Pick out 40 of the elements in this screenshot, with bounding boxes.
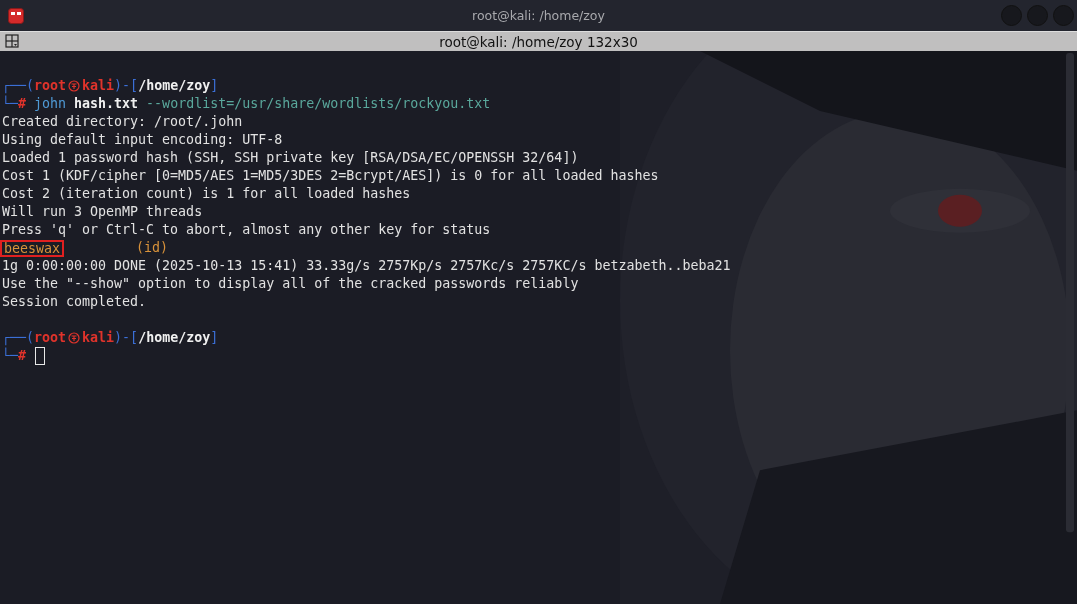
window-title: root@kali: /home/zoy bbox=[472, 8, 605, 23]
output-line: Loaded 1 password hash (SSH, SSH private key [RSA/DSA/EC/OPENSSH 32/64]) bbox=[2, 149, 579, 167]
output-line: Will run 3 OpenMP threads bbox=[2, 203, 203, 221]
output-line: Created directory: /root/.john bbox=[2, 113, 243, 131]
close-button[interactable] bbox=[1053, 5, 1074, 26]
circled-symbol-icon bbox=[68, 332, 81, 344]
command-name: john bbox=[34, 95, 67, 113]
prompt-separator: )-[ bbox=[114, 329, 139, 347]
layout-menu-icon[interactable] bbox=[5, 34, 19, 48]
cracked-password: beeswax bbox=[0, 239, 65, 257]
prompt-host: kali bbox=[82, 329, 115, 347]
output-line: Cost 2 (iteration count) is 1 for all loaded hashes bbox=[2, 185, 411, 203]
command-option: --wordlist=/usr/share/wordlists/rockyou.txt bbox=[146, 95, 491, 113]
prompt-corner: └─ bbox=[2, 95, 18, 113]
prompt-path: /home/zoy bbox=[138, 77, 211, 95]
tab-title[interactable]: root@kali: /home/zoy 132x30 bbox=[439, 33, 638, 50]
prompt-bracket: ] bbox=[210, 329, 219, 347]
prompt-hash: # bbox=[18, 96, 27, 113]
prompt-bracket: ] bbox=[210, 77, 219, 95]
output-line: Use the "--show" option to display all of the cracked passwords reliably bbox=[2, 275, 579, 293]
command-argument: hash.txt bbox=[74, 95, 139, 113]
terminal-app-icon bbox=[8, 7, 24, 24]
prompt-corner: └─ bbox=[2, 347, 18, 365]
prompt-corner: ┌──( bbox=[2, 77, 35, 95]
hash-user: (id) bbox=[136, 239, 169, 257]
circled-symbol-icon bbox=[68, 80, 81, 92]
prompt-corner: ┌──( bbox=[2, 329, 35, 347]
output-line: Press 'q' or Ctrl-C to abort, almost any other key for status bbox=[2, 221, 491, 239]
prompt-user: root bbox=[34, 329, 67, 347]
maximize-button[interactable] bbox=[1027, 5, 1048, 26]
output-line: Using default input encoding: UTF-8 bbox=[2, 131, 283, 149]
minimize-button[interactable] bbox=[1001, 5, 1022, 26]
output-line: 1g 0:00:00:00 DONE (2025-10-13 15:41) 33.33g/s 2757Kp/s 2757Kc/s 2757KC/s betzabeth..beba21 bbox=[2, 257, 731, 275]
prompt-user: root bbox=[34, 77, 67, 95]
prompt-hash: # bbox=[18, 348, 27, 365]
output-line: Cost 1 (KDF/cipher [0=MD5/AES 1=MD5/3DES 2=Bcrypt/AES]) is 0 for all loaded hashes bbox=[2, 167, 659, 185]
prompt-host: kali bbox=[82, 77, 115, 95]
prompt-separator: )-[ bbox=[114, 77, 139, 95]
output-line: Session completed. bbox=[2, 293, 147, 311]
prompt-path: /home/zoy bbox=[138, 329, 211, 347]
